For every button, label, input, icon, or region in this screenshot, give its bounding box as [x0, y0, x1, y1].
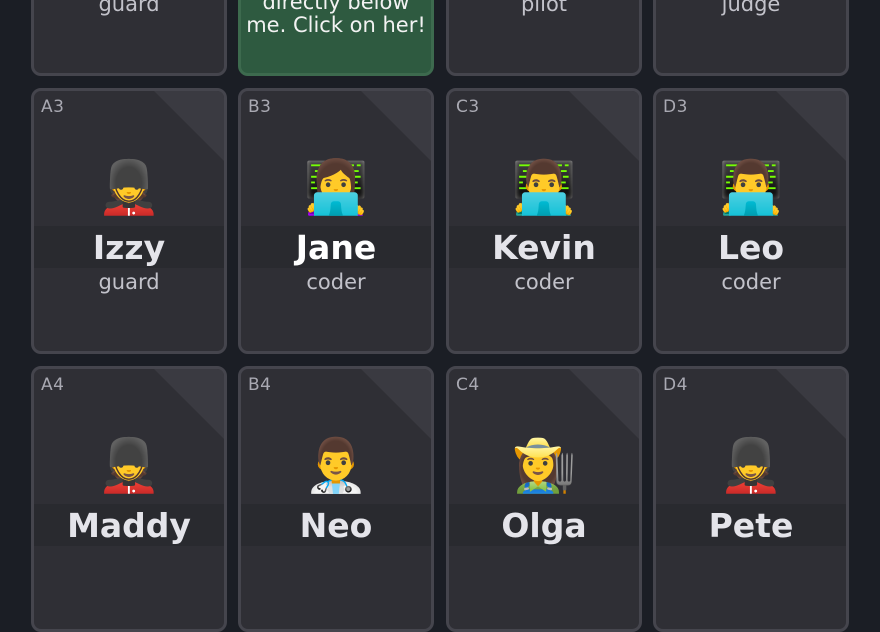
guard-avatar-icon: 💂 — [96, 158, 162, 218]
card-name: Neo — [299, 506, 373, 545]
card-fold — [154, 369, 224, 439]
card-d4[interactable]: D4 💂 Pete — [653, 366, 849, 632]
card-coordinate: B4 — [248, 375, 272, 395]
card-fold — [361, 369, 431, 439]
card-coordinate: C3 — [456, 97, 480, 117]
card-b3[interactable]: B3 👩‍💻 Jane coder — [238, 88, 434, 354]
card-a4[interactable]: A4 💂 Maddy — [31, 366, 227, 632]
card-name: Olga — [501, 506, 587, 545]
card-role: guard — [98, 270, 160, 294]
woman-farmer-avatar-icon: 👩‍🌾 — [511, 436, 577, 496]
man-coder-avatar-icon: 👨‍💻 — [718, 158, 784, 218]
card-b4[interactable]: B4 👨‍⚕️ Neo — [238, 366, 434, 632]
guard-avatar-icon: 💂 — [718, 436, 784, 496]
hint-card-b2[interactable]: directly below me. Click on her! — [238, 0, 434, 76]
card-fold — [569, 369, 639, 439]
card-role: coder — [306, 270, 366, 294]
card-name: Maddy — [67, 506, 191, 545]
hint-text: directly below me. Click on her! — [241, 0, 431, 37]
woman-coder-avatar-icon: 👩‍💻 — [303, 158, 369, 218]
card-role: pilot — [520, 0, 568, 16]
card-role: judge — [721, 0, 781, 16]
card-fold — [776, 91, 846, 161]
card-coordinate: A3 — [41, 97, 65, 117]
card-a2[interactable]: guard — [31, 0, 227, 76]
card-role: guard — [98, 0, 160, 16]
card-c4[interactable]: C4 👩‍🌾 Olga — [446, 366, 642, 632]
man-coder-avatar-icon: 👨‍💻 — [511, 158, 577, 218]
card-coordinate: C4 — [456, 375, 480, 395]
card-coordinate: D3 — [663, 97, 688, 117]
card-role: coder — [721, 270, 781, 294]
card-name: Jane — [295, 228, 377, 267]
card-name: Pete — [708, 506, 794, 545]
card-name: Izzy — [92, 228, 166, 267]
guard-avatar-icon: 💂 — [96, 436, 162, 496]
card-d3[interactable]: D3 👨‍💻 Leo coder — [653, 88, 849, 354]
card-a3[interactable]: A3 💂 Izzy guard — [31, 88, 227, 354]
card-coordinate: D4 — [663, 375, 688, 395]
card-fold — [569, 91, 639, 161]
card-coordinate: B3 — [248, 97, 272, 117]
card-name: Leo — [717, 228, 785, 267]
man-doctor-avatar-icon: 👨‍⚕️ — [303, 436, 369, 496]
card-c3[interactable]: C3 👨‍💻 Kevin coder — [446, 88, 642, 354]
card-name: Kevin — [492, 228, 596, 267]
card-fold — [154, 91, 224, 161]
card-d2[interactable]: judge — [653, 0, 849, 76]
hint-line-1: directly below — [262, 0, 410, 14]
card-fold — [361, 91, 431, 161]
card-coordinate: A4 — [41, 375, 65, 395]
card-c2[interactable]: pilot — [446, 0, 642, 76]
card-fold — [776, 369, 846, 439]
card-role: coder — [514, 270, 574, 294]
hint-line-2: me. Click on her! — [246, 13, 426, 37]
